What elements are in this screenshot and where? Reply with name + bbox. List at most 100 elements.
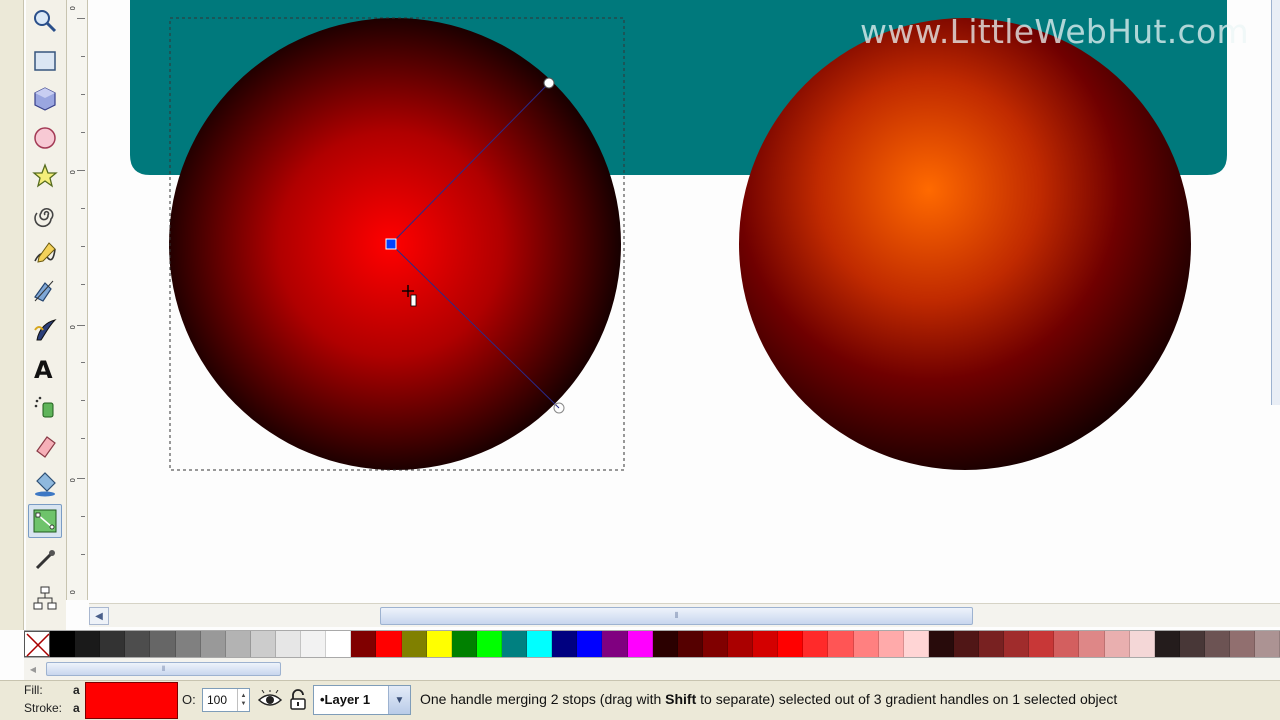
palette-scroll-thumb[interactable]: ⦀ bbox=[46, 662, 281, 676]
palette-swatch[interactable] bbox=[727, 631, 754, 657]
palette-swatch[interactable] bbox=[1054, 631, 1080, 657]
palette-swatch[interactable] bbox=[803, 631, 829, 657]
palette-scroll-left-icon[interactable]: ◀ bbox=[26, 662, 40, 676]
palette-swatch[interactable] bbox=[125, 631, 151, 657]
ruler-label: 0 bbox=[69, 6, 77, 11]
palette-swatch[interactable] bbox=[702, 631, 728, 657]
palette-swatch[interactable] bbox=[150, 631, 176, 657]
paint-bucket-tool-icon[interactable] bbox=[28, 466, 62, 500]
toolbox-handle bbox=[0, 0, 24, 630]
palette-swatch[interactable] bbox=[1205, 631, 1231, 657]
palette-swatch[interactable] bbox=[175, 631, 201, 657]
no-paint-swatch[interactable] bbox=[24, 631, 50, 657]
palette-swatch[interactable] bbox=[577, 631, 603, 657]
palette-swatch[interactable] bbox=[1104, 631, 1130, 657]
palette-swatch[interactable] bbox=[903, 631, 929, 657]
status-message: One handle merging 2 stops (drag with Sh… bbox=[420, 691, 1117, 707]
gradient-radius-handle[interactable] bbox=[543, 77, 555, 89]
palette-swatch[interactable] bbox=[451, 631, 477, 657]
palette-swatch[interactable] bbox=[753, 631, 779, 657]
opacity-input[interactable]: 100 ▲ ▼ bbox=[202, 688, 250, 712]
drawing-canvas[interactable]: www.LittleWebHut.com bbox=[89, 0, 1280, 602]
palette-swatch[interactable] bbox=[225, 631, 251, 657]
palette-swatch[interactable] bbox=[828, 631, 854, 657]
pencil-tool-icon[interactable] bbox=[28, 236, 62, 270]
fill-color-swatch[interactable] bbox=[85, 682, 178, 719]
palette-swatch[interactable] bbox=[627, 631, 653, 657]
palette-swatch[interactable] bbox=[275, 631, 302, 657]
spray-tool-icon[interactable] bbox=[28, 390, 62, 424]
rectangle-tool-icon[interactable] bbox=[28, 44, 62, 78]
palette-swatch[interactable] bbox=[426, 631, 452, 657]
palette-swatch[interactable] bbox=[1079, 631, 1105, 657]
ruler-tick bbox=[81, 246, 85, 247]
palette-scrollbar[interactable]: ◀ ⦀ bbox=[24, 658, 1280, 680]
palette-swatch[interactable] bbox=[476, 631, 502, 657]
palette-swatch[interactable] bbox=[50, 631, 76, 657]
vertical-scrollbar[interactable] bbox=[1271, 0, 1280, 405]
eraser-tool-icon[interactable] bbox=[28, 428, 62, 462]
palette-swatch[interactable] bbox=[501, 631, 528, 657]
fill-value: a bbox=[73, 683, 80, 697]
palette-swatch[interactable] bbox=[953, 631, 980, 657]
ruler-tick bbox=[81, 516, 85, 517]
palette-swatch[interactable] bbox=[1129, 631, 1155, 657]
zoom-tool-icon[interactable] bbox=[28, 4, 62, 38]
palette-swatch[interactable] bbox=[301, 631, 327, 657]
palette-swatch[interactable] bbox=[200, 631, 226, 657]
palette-swatch[interactable] bbox=[1154, 631, 1180, 657]
lock-icon[interactable] bbox=[289, 689, 307, 711]
status-message-post: to separate) selected out of 3 gradient … bbox=[696, 691, 1118, 707]
horizontal-scrollbar[interactable]: ◀ ⦀ bbox=[89, 603, 1280, 627]
palette-swatch[interactable] bbox=[652, 631, 678, 657]
3d-box-tool-icon[interactable] bbox=[28, 82, 62, 116]
no-paint-x-icon bbox=[26, 633, 50, 657]
scroll-left-arrow-icon[interactable]: ◀ bbox=[89, 607, 109, 625]
horizontal-scroll-thumb[interactable]: ⦀ bbox=[380, 607, 973, 625]
palette-swatch[interactable] bbox=[351, 631, 377, 657]
opacity-spinner-icon[interactable]: ▲ ▼ bbox=[237, 689, 249, 711]
ruler-tick bbox=[81, 94, 85, 95]
palette-swatch[interactable] bbox=[1230, 631, 1256, 657]
palette-swatch[interactable] bbox=[1029, 631, 1055, 657]
palette-swatch[interactable] bbox=[527, 631, 553, 657]
palette-swatch[interactable] bbox=[928, 631, 954, 657]
gradient-tool-icon[interactable] bbox=[28, 504, 62, 538]
palette-swatch[interactable] bbox=[602, 631, 628, 657]
palette-swatch[interactable] bbox=[100, 631, 126, 657]
layer-dropdown[interactable]: •Layer 1 ▼ bbox=[313, 685, 411, 715]
pen-tool-icon[interactable] bbox=[28, 274, 62, 308]
palette-swatch[interactable] bbox=[1255, 631, 1280, 657]
text-tool-icon[interactable]: A bbox=[28, 351, 62, 385]
star-tool-icon[interactable] bbox=[28, 159, 62, 193]
connector-tool-icon[interactable] bbox=[28, 581, 62, 615]
ellipse-tool-icon[interactable] bbox=[28, 121, 62, 155]
stroke-label: Stroke: bbox=[24, 701, 63, 715]
palette-swatch[interactable] bbox=[326, 631, 352, 657]
ruler-label: 0 bbox=[69, 478, 77, 483]
chevron-down-icon[interactable]: ▼ bbox=[388, 686, 410, 714]
layer-name: •Layer 1 bbox=[320, 692, 371, 707]
palette-swatch[interactable] bbox=[778, 631, 804, 657]
palette-swatch[interactable] bbox=[376, 631, 402, 657]
calligraphy-tool-icon[interactable] bbox=[28, 313, 62, 347]
ruler-tick bbox=[81, 132, 85, 133]
right-gradient-circle[interactable] bbox=[739, 18, 1191, 470]
spiral-tool-icon[interactable] bbox=[28, 198, 62, 232]
palette-swatch[interactable] bbox=[75, 631, 101, 657]
palette-swatch[interactable] bbox=[401, 631, 427, 657]
palette-swatch[interactable] bbox=[677, 631, 703, 657]
palette-swatch[interactable] bbox=[979, 631, 1005, 657]
eye-visibility-icon[interactable] bbox=[258, 690, 282, 710]
palette-swatch[interactable] bbox=[878, 631, 904, 657]
canvas-drawing bbox=[130, 0, 1227, 471]
dropper-tool-icon[interactable] bbox=[28, 543, 62, 577]
palette-swatch[interactable] bbox=[250, 631, 276, 657]
ruler-tick bbox=[81, 554, 85, 555]
palette-swatch[interactable] bbox=[1004, 631, 1030, 657]
palette-swatch[interactable] bbox=[853, 631, 879, 657]
ruler-tick bbox=[81, 362, 85, 363]
palette-swatch[interactable] bbox=[552, 631, 578, 657]
gradient-center-handle[interactable] bbox=[385, 238, 397, 250]
palette-swatch[interactable] bbox=[1179, 631, 1206, 657]
